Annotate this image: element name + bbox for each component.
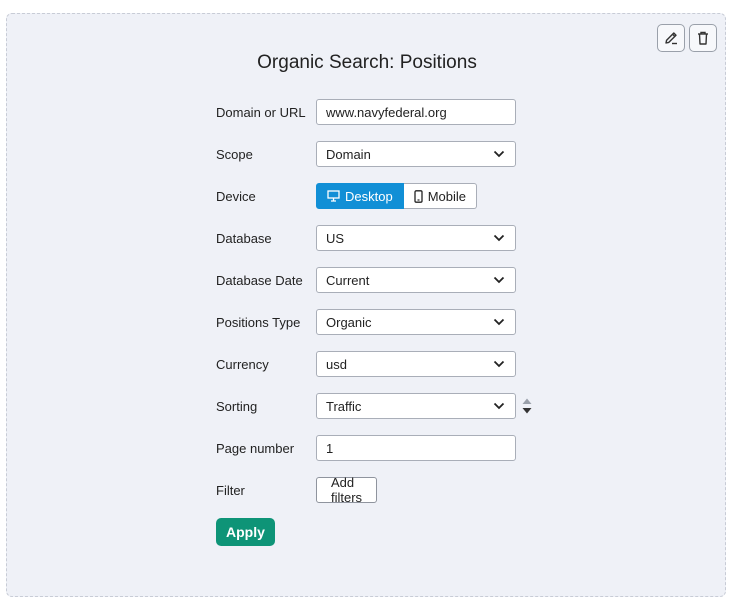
database-label: Database	[216, 230, 272, 246]
database-date-select[interactable]: Current	[316, 267, 516, 293]
page-number-label: Page number	[216, 440, 295, 456]
currency-select[interactable]: usd	[316, 351, 516, 377]
widget-panel: Organic Search: Positions Domain or URL …	[6, 13, 726, 597]
database-date-value: Current	[326, 272, 370, 288]
domain-label: Domain or URL	[216, 104, 306, 120]
device-toggle: Desktop Mobile	[316, 183, 477, 209]
sort-order-icon[interactable]	[521, 395, 533, 417]
page-number-input[interactable]: 1	[316, 435, 516, 461]
chevron-down-icon	[493, 276, 505, 284]
database-date-row: Database Date Current	[216, 267, 516, 293]
positions-type-select[interactable]: Organic	[316, 309, 516, 335]
database-row: Database US	[216, 225, 516, 251]
device-row: Device Desktop Mobile	[216, 183, 477, 209]
scope-label: Scope	[216, 146, 253, 162]
database-date-label: Database Date	[216, 272, 303, 288]
domain-row: Domain or URL www.navyfederal.org	[216, 99, 516, 125]
device-mobile-label: Mobile	[427, 188, 466, 204]
device-mobile-button[interactable]: Mobile	[403, 183, 477, 209]
positions-type-value: Organic	[326, 314, 372, 330]
desktop-icon	[327, 190, 340, 202]
positions-type-label: Positions Type	[216, 314, 301, 330]
scope-row: Scope Domain	[216, 141, 516, 167]
pencil-icon	[665, 32, 677, 45]
currency-label: Currency	[216, 356, 269, 372]
apply-button[interactable]: Apply	[216, 518, 275, 546]
page-number-row: Page number 1	[216, 435, 516, 461]
device-desktop-button[interactable]: Desktop	[316, 183, 404, 209]
trash-icon	[698, 31, 708, 45]
sorting-row: Sorting Traffic	[216, 393, 532, 419]
chevron-down-icon	[493, 318, 505, 326]
chevron-down-icon	[493, 150, 505, 158]
sorting-value: Traffic	[326, 398, 362, 414]
database-select[interactable]: US	[316, 225, 516, 251]
database-value: US	[326, 230, 345, 246]
sorting-label: Sorting	[216, 398, 258, 414]
positions-type-row: Positions Type Organic	[216, 309, 516, 335]
currency-row: Currency usd	[216, 351, 516, 377]
delete-button[interactable]	[689, 24, 717, 52]
scope-value: Domain	[326, 146, 371, 162]
device-desktop-label: Desktop	[345, 188, 393, 204]
sorting-select[interactable]: Traffic	[316, 393, 516, 419]
domain-input[interactable]: www.navyfederal.org	[316, 99, 516, 125]
widget-title: Organic Search: Positions	[257, 52, 477, 73]
filter-label: Filter	[216, 482, 245, 498]
currency-value: usd	[326, 356, 347, 372]
device-label: Device	[216, 188, 256, 204]
chevron-down-icon	[493, 234, 505, 242]
mobile-icon	[414, 189, 423, 203]
add-filters-button[interactable]: Add filters	[316, 475, 378, 505]
chevron-down-icon	[493, 360, 505, 368]
edit-button[interactable]	[657, 24, 685, 52]
chevron-down-icon	[493, 402, 505, 410]
scope-select[interactable]: Domain	[316, 141, 516, 167]
filter-row: Filter Add filters	[216, 475, 378, 505]
